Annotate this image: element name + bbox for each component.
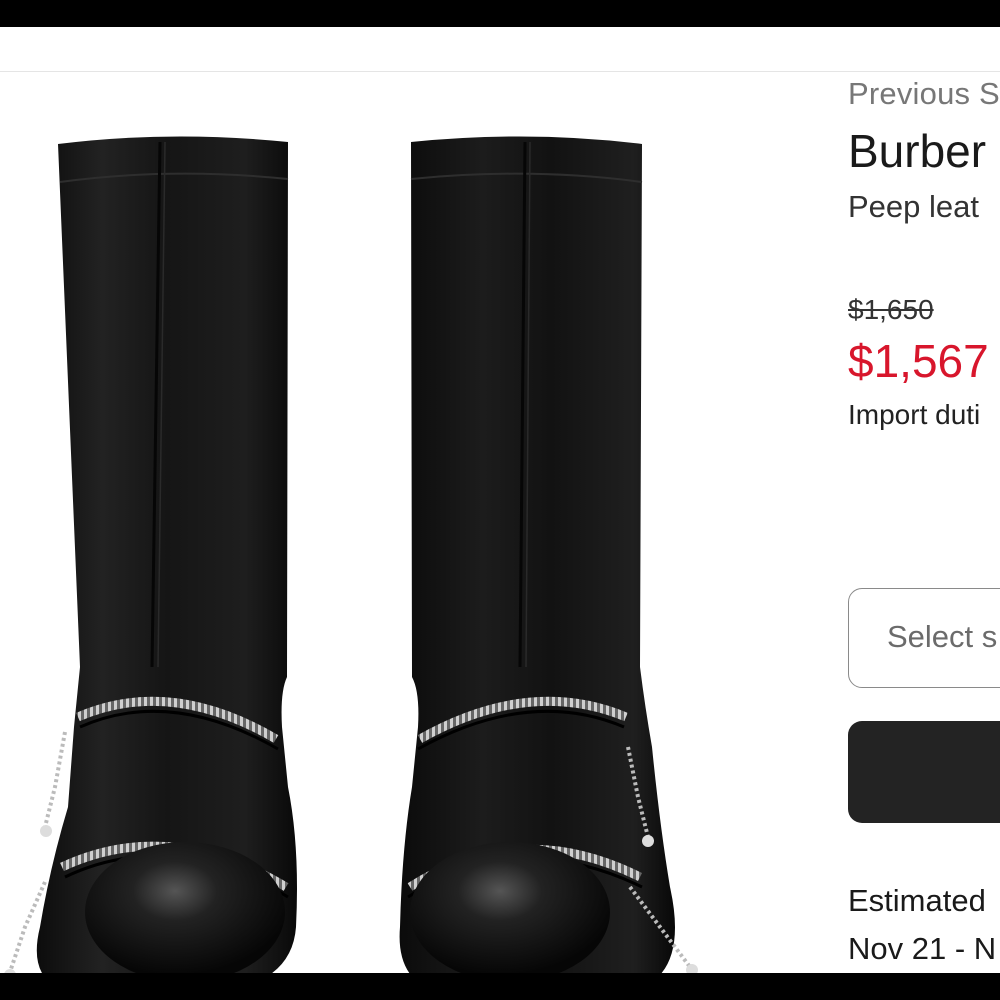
right-boot [399, 136, 698, 973]
estimated-delivery-label: Estimated [848, 883, 986, 918]
select-size-dropdown[interactable]: Select s [848, 588, 1000, 688]
estimated-delivery-dates: Nov 21 - N [848, 931, 997, 966]
select-size-label: Select s [887, 619, 998, 654]
product-name: Peep leat [848, 189, 979, 224]
product-image[interactable] [0, 87, 760, 973]
breadcrumb-link[interactable]: Previous S [848, 76, 1000, 112]
product-page: Previous S Burber Peep leat $1,650 $1,56… [0, 27, 1000, 973]
header-bar [0, 27, 1000, 72]
product-brand[interactable]: Burber [848, 124, 986, 178]
original-price: $1,650 [848, 294, 934, 325]
add-to-bag-button[interactable] [848, 721, 1000, 823]
left-boot [4, 136, 297, 973]
import-duties-note: Import duti [848, 399, 981, 430]
sale-price: $1,567 [848, 335, 989, 387]
